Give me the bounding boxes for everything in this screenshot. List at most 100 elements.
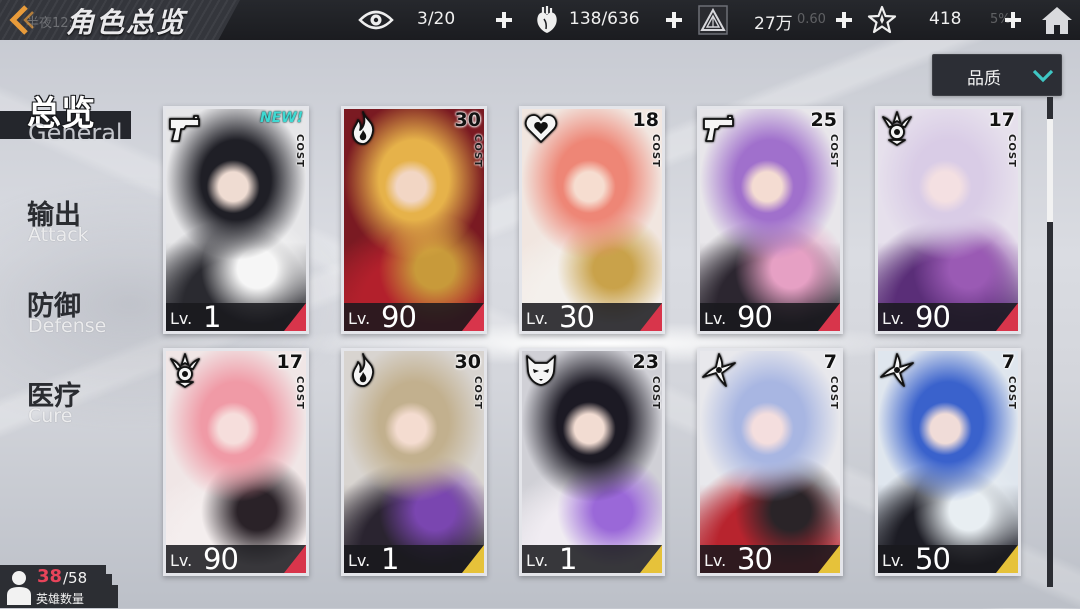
level-prefix: Lv.: [882, 551, 905, 570]
character-card[interactable]: 7 COST Lv. 30: [697, 348, 843, 576]
hero-count-total: /58: [63, 569, 88, 587]
level-prefix: Lv.: [704, 309, 727, 328]
cost-value: 23: [632, 351, 659, 373]
fox-mask-icon: [523, 352, 559, 388]
star-icon: [866, 5, 898, 39]
add-button[interactable]: [664, 10, 684, 30]
level-value: 1: [559, 542, 577, 576]
level-prefix: Lv.: [170, 309, 193, 328]
cost-label: COST: [294, 376, 305, 410]
level-prefix: Lv.: [704, 551, 727, 570]
shuriken-icon: [879, 352, 915, 388]
cost-value: 25: [810, 109, 837, 131]
home-icon[interactable]: [1040, 4, 1074, 40]
cost-label: COST: [1006, 376, 1017, 410]
character-card[interactable]: 17 COST Lv. 90: [163, 348, 309, 576]
level-bar: Lv. 30: [700, 542, 840, 576]
level-value: 50: [915, 542, 951, 576]
tab-sublabel: Cure: [28, 405, 73, 427]
cost-value: 17: [988, 109, 1015, 131]
tab-cure[interactable]: 医疗 Cure: [0, 374, 140, 434]
scrollbar-thumb[interactable]: [1047, 119, 1053, 222]
flame-icon: [345, 110, 381, 146]
level-value: 90: [381, 300, 417, 334]
add-button[interactable]: [494, 10, 514, 30]
level-prefix: Lv.: [526, 551, 549, 570]
level-value: 30: [737, 542, 773, 576]
tab-general[interactable]: 总览 General: [0, 88, 140, 148]
add-button[interactable]: [834, 10, 854, 30]
resource-value: 27万: [754, 14, 793, 34]
person-icon: [5, 569, 33, 608]
character-card[interactable]: 18 COST Lv. 30: [519, 106, 665, 334]
tab-sublabel: General: [28, 119, 123, 147]
level-prefix: Lv.: [348, 309, 371, 328]
cost-label: COST: [828, 376, 839, 410]
character-card[interactable]: 30 COST Lv. 90: [341, 106, 487, 334]
level-value: 90: [915, 300, 951, 334]
level-value: 90: [203, 542, 239, 576]
cost-label: COST: [294, 134, 305, 168]
level-value: 90: [737, 300, 773, 334]
status-network-speed: 0.60: [797, 12, 826, 27]
page-title: 角色总览: [66, 6, 187, 39]
pistol-icon: [167, 110, 203, 146]
eye-icon: [358, 8, 394, 36]
anatomical-heart-icon: [534, 5, 560, 39]
level-value: 1: [381, 542, 399, 576]
cost-label: COST: [828, 134, 839, 168]
cost-label: COST: [1006, 134, 1017, 168]
tab-defense[interactable]: 防御 Defense: [0, 284, 140, 344]
back-arrow-icon[interactable]: [6, 4, 36, 40]
cost-value: 18: [632, 109, 659, 131]
quality-filter-dropdown[interactable]: 品质: [932, 54, 1062, 96]
character-card[interactable]: 7 COST Lv. 50: [875, 348, 1021, 576]
shuriken-icon: [701, 352, 737, 388]
level-bar: Lv. 30: [522, 300, 662, 334]
level-bar: Lv. 1: [344, 542, 484, 576]
level-prefix: Lv.: [170, 551, 193, 570]
add-button[interactable]: [1003, 10, 1023, 30]
level-prefix: Lv.: [882, 309, 905, 328]
character-card[interactable]: 30 COST Lv. 1: [341, 348, 487, 576]
cost-value: 7: [823, 351, 837, 373]
hero-count-label: 英雄数量: [36, 592, 85, 606]
tab-attack[interactable]: 输出 Attack: [0, 193, 140, 253]
level-value: 1: [203, 300, 221, 334]
character-card[interactable]: 17 COST Lv. 90: [875, 106, 1021, 334]
hero-count-panel: 38 /58 英雄数量: [0, 565, 118, 608]
character-card[interactable]: 25 COST Lv. 90: [697, 106, 843, 334]
level-bar: Lv. 1: [166, 300, 306, 334]
flame-icon: [345, 352, 381, 388]
pistol-icon: [701, 110, 737, 146]
triangle-crystal-icon: [698, 5, 728, 39]
cost-label: COST: [650, 134, 661, 168]
resource-value: 3/20: [417, 9, 456, 29]
crest-icon: [879, 110, 915, 146]
level-bar: Lv. 90: [700, 300, 840, 334]
cost-value: 7: [1001, 351, 1015, 373]
character-card[interactable]: 23 COST Lv. 1: [519, 348, 665, 576]
level-bar: Lv. 50: [878, 542, 1018, 576]
level-bar: Lv. 90: [166, 542, 306, 576]
chevron-down-icon: [1031, 68, 1055, 88]
resource-value: 138/636: [569, 9, 640, 29]
resource-value: 418: [929, 9, 962, 29]
hero-count-current: 38: [37, 566, 63, 587]
level-bar: Lv. 90: [344, 300, 484, 334]
new-badge: NEW!: [260, 110, 304, 126]
tab-sublabel: Attack: [28, 224, 89, 246]
cost-value: 30: [454, 109, 481, 131]
filter-label: 品质: [967, 69, 1001, 89]
crest-icon: [167, 352, 203, 388]
tab-sublabel: Defense: [28, 315, 107, 337]
cost-label: COST: [650, 376, 661, 410]
level-bar: Lv. 90: [878, 300, 1018, 334]
cost-label: COST: [472, 376, 483, 410]
scrollbar-track[interactable]: [1047, 97, 1053, 587]
cost-value: 30: [454, 351, 481, 373]
level-prefix: Lv.: [526, 309, 549, 328]
level-value: 30: [559, 300, 595, 334]
level-bar: Lv. 1: [522, 542, 662, 576]
character-card[interactable]: NEW! COST Lv. 1: [163, 106, 309, 334]
